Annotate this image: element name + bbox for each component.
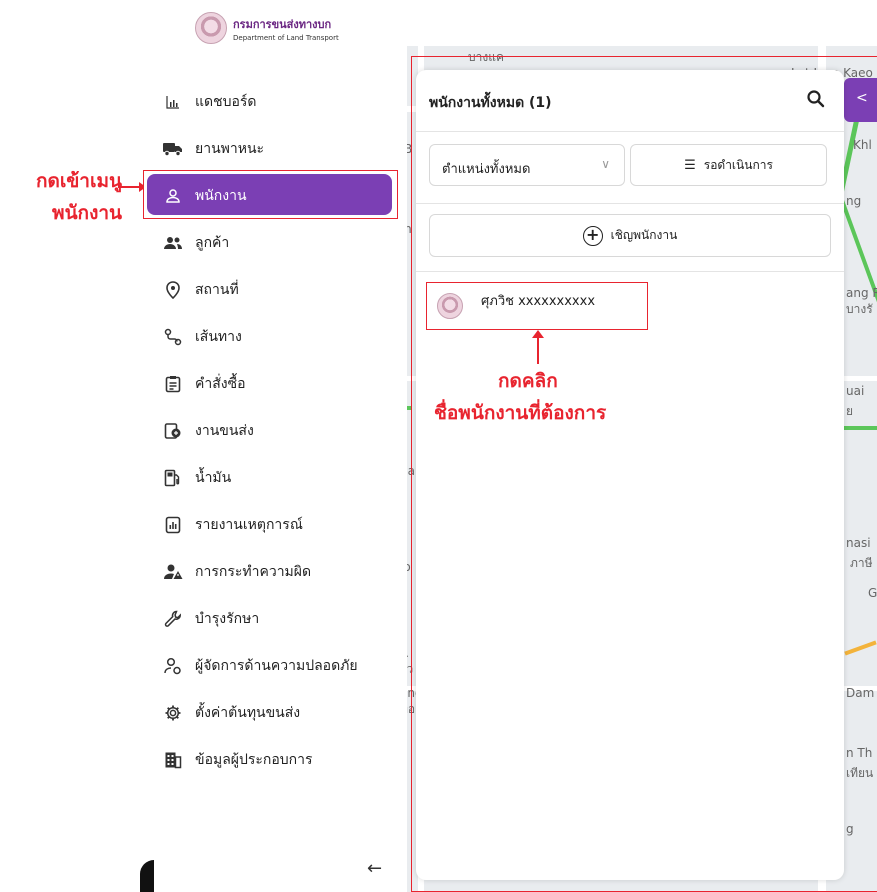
click-hint-line1: กดคลิก bbox=[498, 370, 558, 392]
menu-hint-arrow bbox=[118, 182, 146, 192]
wrench-icon bbox=[163, 609, 183, 629]
building-icon bbox=[163, 750, 183, 770]
employee-name: ศุภวิช xxxxxxxxxx bbox=[481, 293, 596, 309]
menu-hint-callout: กดเข้าเมนู พนักงาน bbox=[6, 160, 136, 230]
employee-panel: พนักงานทั้งหมด (1) ตำแหน่งทั้งหมด ∨ ☰ รอ… bbox=[416, 70, 844, 880]
avatar bbox=[437, 293, 463, 319]
delivery-icon bbox=[163, 421, 183, 441]
position-filter-select[interactable]: ตำแหน่งทั้งหมด ∨ bbox=[429, 144, 625, 186]
brand-logo[interactable]: กรมการขนส่งทางบก Department of Land Tran… bbox=[195, 12, 339, 44]
employee-list-item[interactable]: ศุภวิช xxxxxxxxxx bbox=[426, 282, 648, 330]
dlt-seal-icon bbox=[195, 12, 227, 44]
truck-icon bbox=[163, 139, 183, 159]
gear-icon bbox=[163, 703, 183, 723]
plus-circle-icon: + bbox=[582, 225, 603, 246]
page-title: พนักงานทั้งหมด (1) bbox=[429, 95, 552, 111]
sidebar-item-orders[interactable]: คำสั่งซื้อ bbox=[143, 360, 407, 407]
sidebar-item-label: ยานพาหนะ bbox=[195, 140, 265, 157]
sidebar-item-label: ข้อมูลผู้ประกอบการ bbox=[195, 751, 313, 768]
sidebar-item-label: งานขนส่ง bbox=[195, 422, 254, 439]
sidebar-item-routes[interactable]: เส้นทาง bbox=[143, 313, 407, 360]
sidebar-item-label: การกระทำความผิด bbox=[195, 563, 312, 580]
list-icon: ☰ bbox=[684, 157, 696, 173]
sidebar: กรมการขนส่งทางบก Department of Land Tran… bbox=[143, 0, 407, 892]
invite-button-label: เชิญพนักงาน bbox=[610, 228, 678, 242]
device-edge bbox=[140, 860, 154, 892]
sidebar-item-label: บำรุงรักษา bbox=[195, 610, 260, 627]
chevron-down-icon: ∨ bbox=[601, 157, 610, 171]
sidebar-item-fuel[interactable]: น้ำมัน bbox=[143, 454, 407, 501]
bar-chart-icon bbox=[163, 92, 183, 112]
sidebar-item-customers[interactable]: ลูกค้า bbox=[143, 219, 407, 266]
sidebar-item-label: รายงานเหตุการณ์ bbox=[195, 516, 303, 533]
sidebar-item-label: สถานที่ bbox=[195, 281, 239, 298]
invite-section: + เชิญพนักงาน bbox=[416, 204, 844, 272]
location-pin-icon bbox=[163, 280, 183, 300]
click-hint-line2: ชื่อพนักงานที่ต้องการ bbox=[434, 402, 607, 424]
sidebar-item-violations[interactable]: การกระทำความผิด bbox=[143, 548, 407, 595]
sidebar-item-vehicles[interactable]: ยานพาหนะ bbox=[143, 125, 407, 172]
invite-employee-button[interactable]: + เชิญพนักงาน bbox=[429, 214, 831, 257]
sidebar-item-label: เส้นทาง bbox=[195, 328, 242, 345]
panel-header: พนักงานทั้งหมด (1) bbox=[416, 70, 844, 132]
sidebar-item-maintenance[interactable]: บำรุงรักษา bbox=[143, 595, 407, 642]
group-icon bbox=[163, 233, 183, 253]
safety-manager-icon bbox=[163, 656, 183, 676]
pending-button[interactable]: ☰ รอดำเนินการ bbox=[630, 144, 827, 186]
brand-name-th: กรมการขนส่งทางบก bbox=[233, 17, 332, 31]
sidebar-item-label: คำสั่งซื้อ bbox=[195, 375, 246, 392]
brand-name-en: Department of Land Transport bbox=[233, 33, 339, 42]
sidebar-item-label: น้ำมัน bbox=[195, 469, 232, 486]
click-hint-arrow bbox=[532, 330, 544, 364]
filter-bar: ตำแหน่งทั้งหมด ∨ ☰ รอดำเนินการ bbox=[416, 132, 844, 204]
sidebar-item-operator-info[interactable]: ข้อมูลผู้ประกอบการ bbox=[143, 736, 407, 783]
sidebar-item-dashboard[interactable]: แดชบอร์ด bbox=[143, 78, 407, 125]
menu-hint-line2: พนักงาน bbox=[52, 202, 122, 224]
arrow-left-icon[interactable]: ← bbox=[367, 858, 382, 879]
search-icon[interactable] bbox=[806, 89, 826, 109]
position-filter-value: ตำแหน่งทั้งหมด bbox=[442, 162, 531, 177]
fuel-icon bbox=[163, 468, 183, 488]
report-icon bbox=[163, 515, 183, 535]
sidebar-item-label: ลูกค้า bbox=[195, 234, 230, 251]
route-icon bbox=[163, 327, 183, 347]
sidebar-item-label: แดชบอร์ด bbox=[195, 93, 257, 110]
sidebar-item-label: ผู้จัดการด้านความปลอดภัย bbox=[195, 657, 358, 674]
sidebar-item-incident-reports[interactable]: รายงานเหตุการณ์ bbox=[143, 501, 407, 548]
sidebar-item-deliveries[interactable]: งานขนส่ง bbox=[143, 407, 407, 454]
warning-person-icon bbox=[163, 562, 183, 582]
sidebar-item-label: ตั้งค่าต้นทุนขนส่ง bbox=[195, 704, 301, 721]
menu-hint-line1: กดเข้าเมนู bbox=[35, 170, 122, 192]
pending-button-label: รอดำเนินการ bbox=[703, 157, 773, 172]
sidebar-item-shipping-cost-settings[interactable]: ตั้งค่าต้นทุนขนส่ง bbox=[143, 689, 407, 736]
sidebar-item-safety-manager[interactable]: ผู้จัดการด้านความปลอดภัย bbox=[143, 642, 407, 689]
menu-highlight-frame bbox=[143, 170, 398, 219]
sidebar-item-locations[interactable]: สถานที่ bbox=[143, 266, 407, 313]
clipboard-icon bbox=[163, 374, 183, 394]
